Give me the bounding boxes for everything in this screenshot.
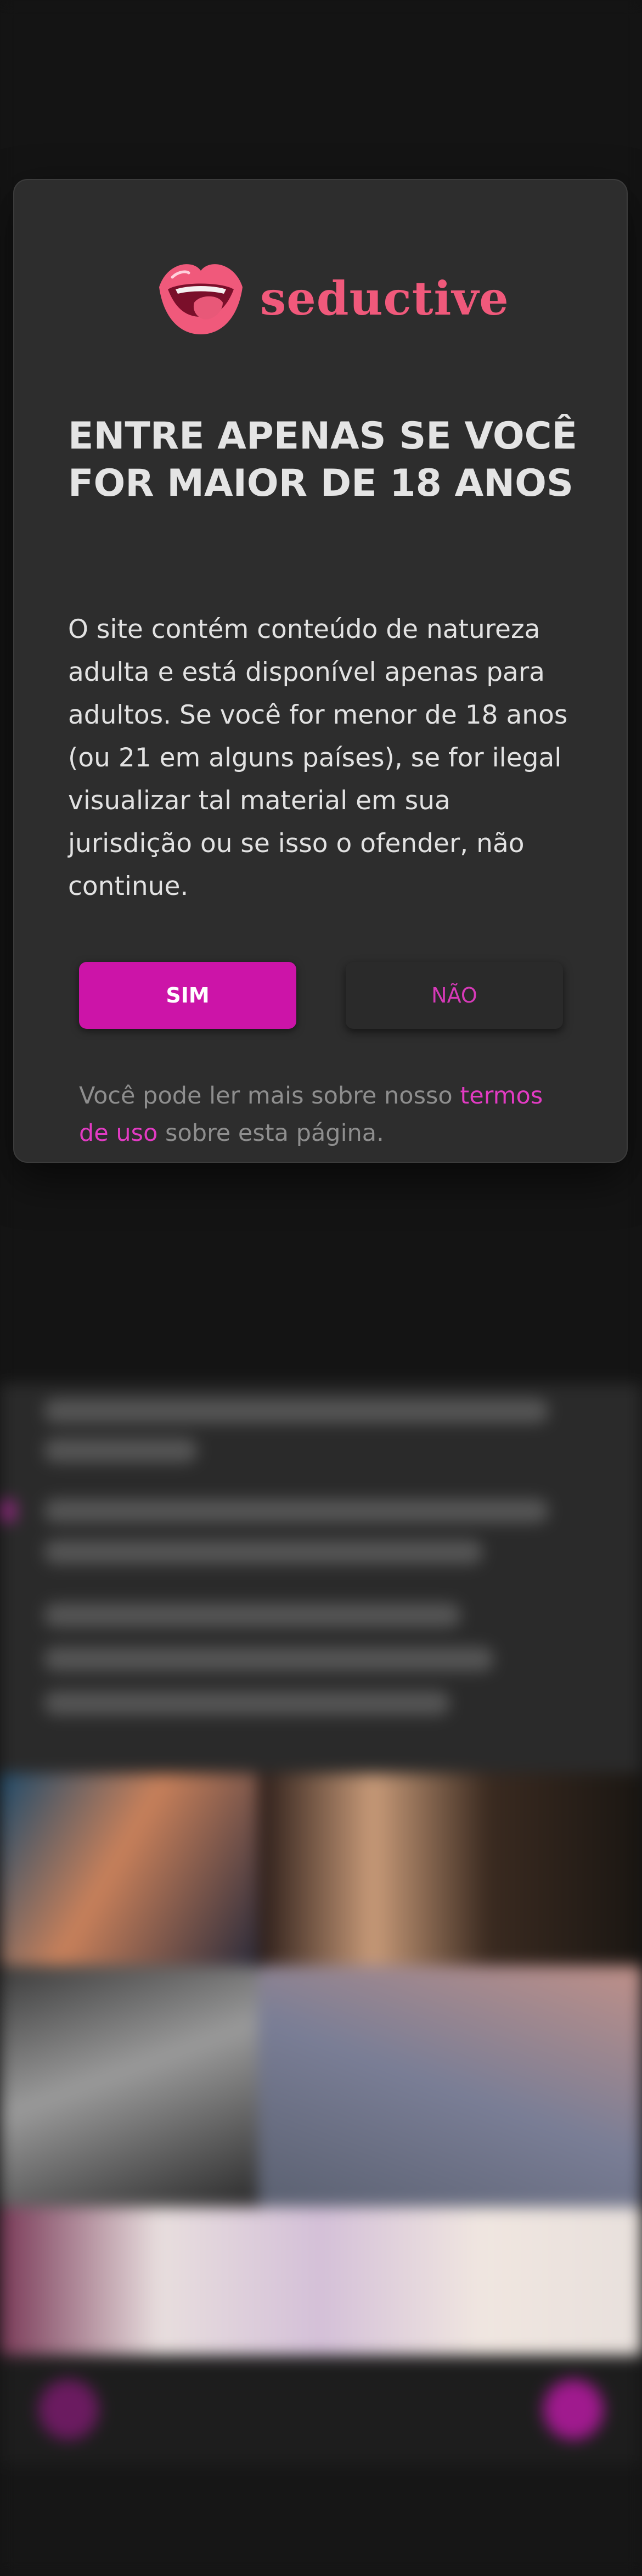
background-text-line <box>44 1603 461 1627</box>
background-footer-icon <box>543 2379 604 2440</box>
decline-age-button[interactable]: NÃO <box>346 962 563 1029</box>
background-text-line <box>44 1438 198 1463</box>
background-thumbnail <box>0 2207 642 2355</box>
background-text-line <box>44 1399 549 1423</box>
age-warning-heading: ENTRE APENAS SE VOCÊ FOR MAIOR DE 18 ANO… <box>68 415 578 505</box>
logo-wordmark: seductive <box>260 271 509 326</box>
background-thumbnail <box>0 1965 258 2207</box>
confirm-age-button[interactable]: SIM <box>79 962 296 1029</box>
background-text-line <box>44 1647 494 1671</box>
background-text-line <box>44 1540 483 1564</box>
age-warning-description: O site contém conteúdo de natureza adult… <box>68 614 568 901</box>
background-thumbnail <box>0 1773 258 1965</box>
terms-footnote: Você pode ler mais sobre nosso termos de… <box>79 1077 573 1152</box>
background-accent-bar <box>0 1499 16 1523</box>
terms-footnote-text-end: sobre esta página. <box>157 1119 384 1147</box>
background-footer-icon <box>38 2379 99 2440</box>
background-thumbnail <box>258 1773 642 1965</box>
age-verification-modal: seductive ENTRE APENAS SE VOCÊ FOR MAIOR… <box>13 179 628 1163</box>
terms-footnote-text: Você pode ler mais sobre nosso <box>79 1082 460 1110</box>
background-bottom-area <box>0 2465 642 2576</box>
background-text-line <box>44 1691 450 1715</box>
site-logo: seductive <box>156 257 509 339</box>
lips-icon <box>156 259 246 338</box>
background-thumbnail <box>258 1965 642 2207</box>
background-footer <box>0 2355 642 2465</box>
background-text-block <box>0 1384 642 1812</box>
background-text-line <box>44 1499 549 1523</box>
